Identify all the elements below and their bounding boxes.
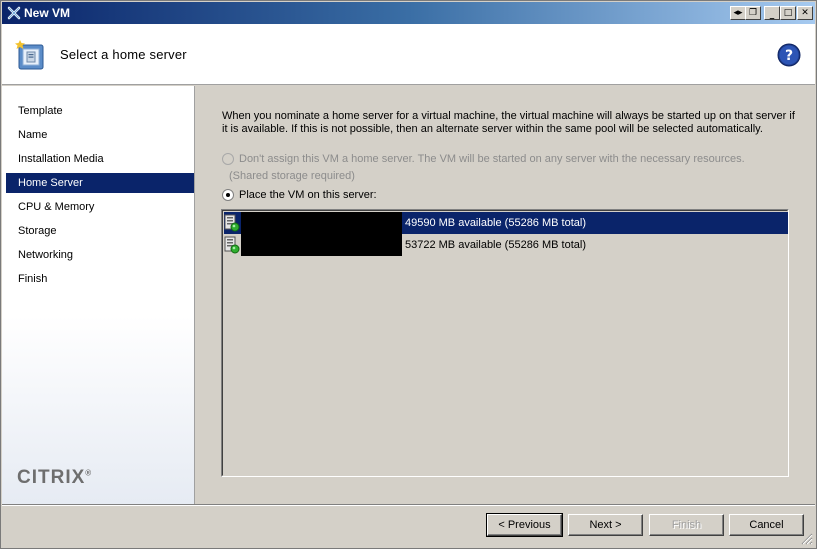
- maximize-icon: □: [783, 7, 793, 18]
- restore-button[interactable]: ❐: [745, 6, 761, 20]
- pin-icon: ◂▸: [733, 7, 743, 18]
- new-vm-icon: [15, 40, 44, 70]
- server-memory: 53722 MB available (55286 MB total): [405, 239, 586, 251]
- step-finish[interactable]: Finish: [6, 269, 194, 289]
- redacted-server-name: [241, 212, 402, 234]
- help-icon[interactable]: ?: [777, 43, 801, 67]
- new-vm-window: New VM ◂▸ ❐ _ □ ✕ Select a home server ?…: [0, 0, 817, 549]
- step-networking[interactable]: Networking: [6, 245, 194, 265]
- close-icon: ✕: [801, 7, 809, 18]
- next-button[interactable]: Next >: [568, 514, 643, 536]
- server-row[interactable]: 49590 MB available (55286 MB total): [224, 212, 788, 234]
- step-home-server[interactable]: Home Server: [6, 173, 194, 193]
- xen-app-icon: [7, 6, 21, 20]
- step-template[interactable]: Template: [6, 101, 194, 121]
- citrix-logo: CITRIX®: [17, 467, 93, 488]
- restore-icon: ❐: [748, 7, 758, 18]
- wizard-steps-sidebar: Template Name Installation Media Home Se…: [2, 86, 195, 504]
- no-home-server-radio: [222, 153, 234, 165]
- server-memory: 49590 MB available (55286 MB total): [405, 217, 586, 229]
- shared-storage-note: (Shared storage required): [229, 170, 355, 182]
- pin-button[interactable]: ◂▸: [730, 6, 746, 20]
- redacted-server-name: [241, 234, 402, 256]
- description-text: When you nominate a home server for a vi…: [222, 110, 795, 135]
- place-on-server-radio[interactable]: [222, 189, 234, 201]
- cancel-button[interactable]: Cancel: [729, 514, 804, 536]
- resize-grip-icon[interactable]: [801, 533, 813, 545]
- wizard-header: Select a home server ?: [2, 24, 815, 85]
- close-button[interactable]: ✕: [797, 6, 813, 20]
- server-online-icon: [224, 236, 240, 254]
- no-home-server-option: Don't assign this VM a home server. The …: [222, 152, 745, 166]
- finish-button[interactable]: Finish: [649, 514, 724, 536]
- no-home-server-label: Don't assign this VM a home server. The …: [239, 153, 745, 165]
- step-storage[interactable]: Storage: [6, 221, 194, 241]
- place-on-server-option[interactable]: Place the VM on this server:: [222, 188, 377, 202]
- svg-text:?: ?: [785, 48, 793, 64]
- title-bar[interactable]: New VM ◂▸ ❐ _ □ ✕: [2, 2, 815, 24]
- server-row[interactable]: 53722 MB available (55286 MB total): [224, 234, 788, 256]
- maximize-button[interactable]: □: [780, 6, 796, 20]
- page-title: Select a home server: [60, 47, 187, 62]
- server-list[interactable]: 49590 MB available (55286 MB total) 5372…: [221, 209, 789, 477]
- minimize-button[interactable]: _: [764, 6, 780, 20]
- step-cpu-memory[interactable]: CPU & Memory: [6, 197, 194, 217]
- previous-button[interactable]: < Previous: [486, 513, 563, 537]
- footer-divider: [2, 504, 815, 506]
- home-server-panel: When you nominate a home server for a vi…: [196, 86, 815, 504]
- step-installation-media[interactable]: Installation Media: [6, 149, 194, 169]
- minimize-icon: _: [769, 10, 775, 20]
- step-name[interactable]: Name: [6, 125, 194, 145]
- server-online-icon: [224, 214, 240, 232]
- window-title: New VM: [24, 6, 71, 20]
- place-on-server-label[interactable]: Place the VM on this server:: [239, 189, 377, 201]
